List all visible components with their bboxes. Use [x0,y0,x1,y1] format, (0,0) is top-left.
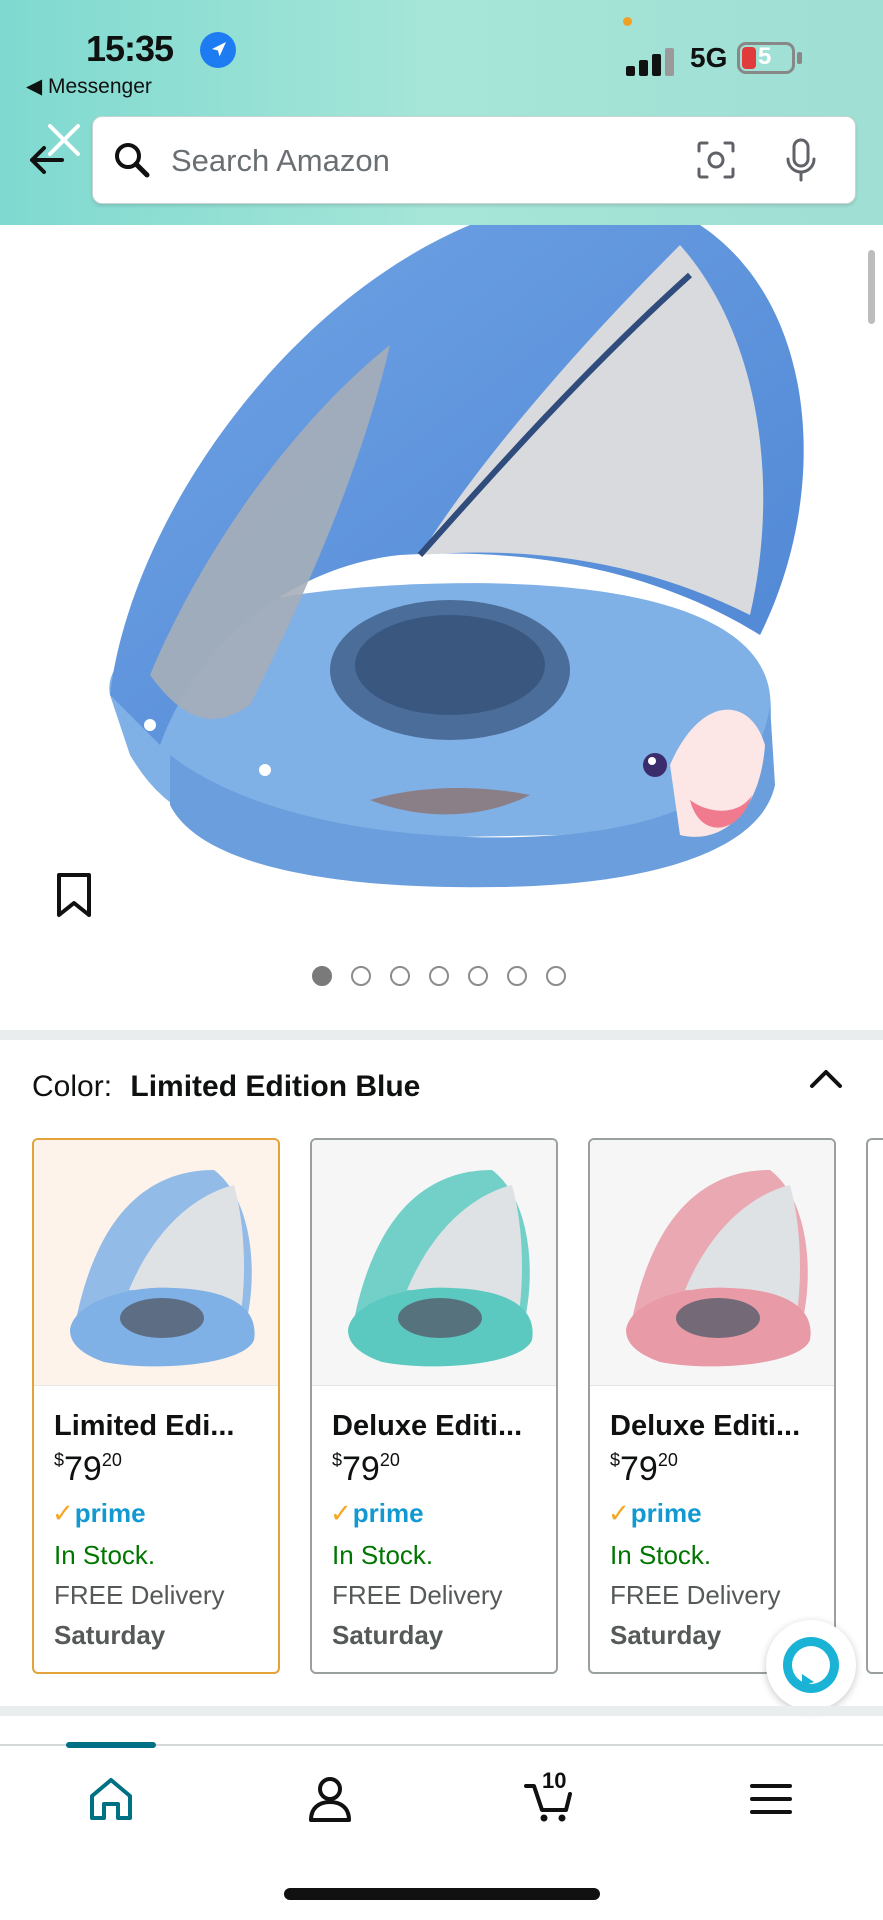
microphone-icon[interactable] [781,137,821,183]
stock-status: In Stock. [54,1540,156,1570]
delivery-info: FREE Delivery [610,1580,781,1610]
price-whole: 79 [64,1450,102,1488]
search-icon [115,143,150,178]
variant-card[interactable]: Limited Edi... $7920 ✓prime In Stock. FR… [32,1138,280,1674]
close-icon[interactable] [42,118,86,162]
price-currency: $ [54,1450,65,1470]
privacy-indicator-dot [623,17,632,26]
variant-thumbnail [34,1140,278,1386]
chevron-up-icon[interactable] [808,1064,844,1092]
product-image[interactable] [0,225,883,925]
variant-title: Deluxe Editi... [332,1410,523,1442]
cart-count-badge: 10 [542,1768,567,1793]
carousel-dot[interactable] [546,966,566,986]
back-to-app-link[interactable]: ◀ Messenger [26,74,152,99]
network-type: 5G [690,42,728,73]
price-whole: 79 [342,1450,380,1488]
carousel-dot[interactable] [468,966,488,986]
section-divider [0,1706,883,1716]
bookmark-icon[interactable] [54,872,94,918]
variant-price: $7920 [610,1450,678,1489]
menu-icon[interactable] [744,1772,798,1826]
scrollbar-thumb[interactable] [868,250,875,324]
prime-check-icon: ✓ [330,1498,352,1528]
delivery-day: Saturday [610,1620,722,1650]
variant-thumbnail [312,1140,556,1386]
status-time: 15:35 [86,28,174,69]
selected-color-value: Limited Edition Blue [130,1070,421,1103]
cellular-signal-icon [626,44,688,76]
price-fraction: 20 [379,1450,400,1470]
variant-price: $7920 [54,1450,122,1489]
color-variant-list: Limited Edi... $7920 ✓prime In Stock. FR… [0,1138,883,1676]
account-icon[interactable] [303,1772,357,1826]
search-bar[interactable]: Search Amazon [92,116,856,204]
delivery-day: Saturday [332,1620,444,1650]
delivery-info: FREE Delivery [54,1580,225,1610]
price-fraction: 20 [101,1450,122,1470]
home-indicator[interactable] [284,1888,600,1900]
delivery-day: Saturday [54,1620,166,1650]
stock-status: In Stock. [610,1540,712,1570]
carousel-dot[interactable] [312,966,332,986]
variant-title: Deluxe Editi... [610,1410,801,1442]
price-currency: $ [610,1450,621,1470]
price-currency: $ [332,1450,343,1470]
prime-badge: ✓prime [52,1498,146,1529]
alexa-icon [783,1637,839,1693]
carousel-dot[interactable] [507,966,527,986]
variant-price: $7920 [332,1450,400,1489]
battery-icon: 5 [737,42,795,74]
prime-check-icon: ✓ [52,1498,74,1528]
prime-check-icon: ✓ [608,1498,630,1528]
variant-card[interactable]: Deluxe Editi... $7920 ✓prime In Stock. F… [588,1138,836,1674]
color-label: Color: [32,1070,113,1103]
active-tab-indicator [66,1742,156,1748]
price-fraction: 20 [657,1450,678,1470]
prime-label: prime [74,1498,146,1528]
next-variant-card-peek[interactable] [866,1138,883,1674]
image-carousel-dots[interactable] [312,966,566,986]
carousel-dot[interactable] [351,966,371,986]
carousel-dot[interactable] [390,966,410,986]
home-icon[interactable] [84,1772,138,1826]
variant-card[interactable]: Deluxe Editi... $7920 ✓prime In Stock. F… [310,1138,558,1674]
prime-badge: ✓prime [330,1498,424,1529]
section-divider [0,1030,883,1040]
variant-title: Limited Edi... [54,1410,235,1442]
camera-scan-icon[interactable] [695,139,737,181]
search-input[interactable]: Search Amazon [171,143,390,179]
price-whole: 79 [620,1450,658,1488]
alexa-button[interactable] [766,1620,856,1710]
color-selector-header: Color: Limited Edition Blue [32,1070,420,1104]
baby-float-illustration [109,225,804,888]
location-arrow-icon [200,32,236,68]
prime-label: prime [352,1498,424,1528]
battery-nub [797,52,802,64]
app-header: 15:35 ◀ Messenger 5G 5 Search Amazon [0,0,883,225]
variant-thumbnail [590,1140,834,1386]
carousel-dot[interactable] [429,966,449,986]
delivery-info: FREE Delivery [332,1580,503,1610]
stock-status: In Stock. [332,1540,434,1570]
prime-label: prime [630,1498,702,1528]
prime-badge: ✓prime [608,1498,702,1529]
battery-level: 5 [758,43,772,70]
